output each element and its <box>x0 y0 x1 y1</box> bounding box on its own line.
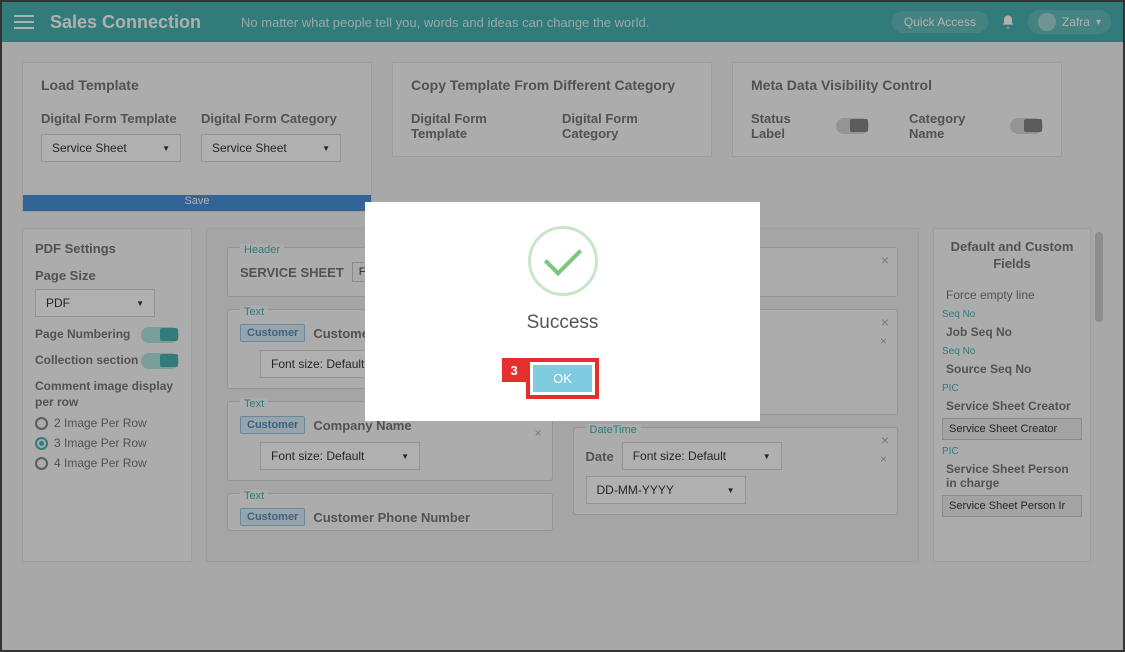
success-modal: Success 3 OK <box>365 202 760 421</box>
step-badge: 3 <box>502 358 526 382</box>
modal-overlay: Success 3 OK <box>2 2 1123 650</box>
ok-button[interactable]: OK <box>533 365 592 392</box>
modal-title: Success <box>385 312 740 334</box>
check-circle-icon <box>528 226 598 296</box>
ok-highlight: 3 OK <box>526 358 599 399</box>
